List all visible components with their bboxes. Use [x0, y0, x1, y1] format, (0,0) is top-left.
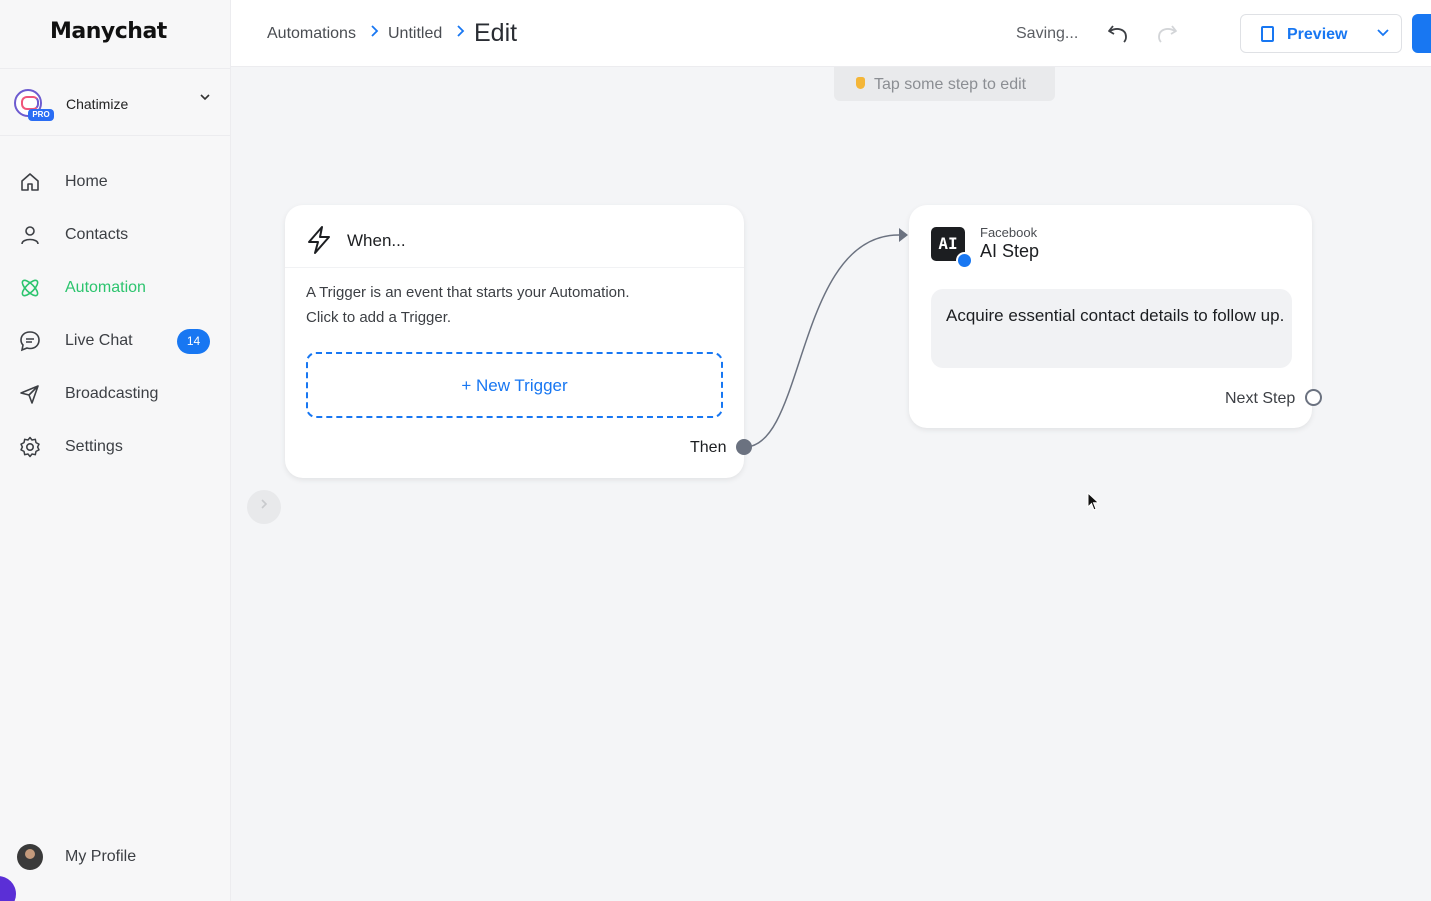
- messenger-icon: [956, 252, 973, 269]
- settings-icon: [20, 436, 40, 458]
- undo-icon[interactable]: [1106, 22, 1130, 46]
- preview-device-icon: [1261, 26, 1274, 42]
- publish-button[interactable]: [1412, 14, 1431, 53]
- flow-connector: [744, 228, 908, 448]
- manychat-logo[interactable]: Manychat: [50, 19, 167, 44]
- breadcrumb-separator-icon: [456, 24, 465, 43]
- nav-item-label: Contacts: [65, 226, 129, 243]
- nav-item-label: Live Chat: [65, 332, 133, 349]
- trigger-card-title: When...: [347, 231, 406, 250]
- nav-item-automation[interactable]: Automation: [0, 266, 231, 310]
- nav-item-label: Broadcasting: [65, 385, 159, 402]
- trigger-description-line: A Trigger is an event that starts your A…: [306, 284, 630, 301]
- nav-item-label: Automation: [65, 279, 146, 296]
- then-label: Then: [690, 439, 727, 456]
- account-switcher[interactable]: PRO Chatimize: [0, 68, 231, 136]
- breadcrumb-automations[interactable]: Automations: [267, 25, 356, 43]
- save-status: Saving...: [1016, 25, 1079, 42]
- ai-goal-text: Acquire essential contact details to fol…: [946, 306, 1285, 325]
- new-trigger-label: + New Trigger: [461, 376, 568, 395]
- unread-count-badge: 14: [177, 329, 210, 354]
- sidebar: Manychat PRO Chatimize Home Contacts Aut…: [0, 0, 231, 901]
- nav-item-label: Home: [65, 173, 108, 190]
- my-profile[interactable]: My Profile: [0, 835, 231, 879]
- then-connector-handle[interactable]: [736, 439, 752, 455]
- preview-label: Preview: [1287, 26, 1348, 43]
- ai-step-card[interactable]: AI Facebook AI Step Acquire essential co…: [909, 205, 1322, 428]
- hint-text: Tap some step to edit: [874, 76, 1027, 93]
- next-step-label: Next Step: [1225, 390, 1296, 407]
- trigger-card[interactable]: When... A Trigger is an event that start…: [285, 205, 752, 478]
- nav-item-label: Settings: [65, 438, 123, 455]
- top-header: Automations Untitled Edit Saving... Prev…: [231, 0, 1431, 67]
- live-chat-icon: [20, 331, 40, 352]
- page-title: Edit: [474, 19, 518, 47]
- mouse-cursor-icon: [1087, 492, 1100, 511]
- ai-goal-bubble[interactable]: Acquire essential contact details to fol…: [931, 289, 1292, 368]
- breadcrumb-separator-icon: [370, 24, 379, 43]
- profile-avatar: [17, 844, 43, 870]
- nav-item-home[interactable]: Home: [0, 160, 231, 204]
- profile-label: My Profile: [65, 848, 137, 865]
- nav-item-broadcasting[interactable]: Broadcasting: [0, 372, 231, 416]
- pointing-hand-icon: [856, 77, 865, 89]
- step-platform: Facebook: [980, 225, 1038, 240]
- lightning-icon: [308, 226, 330, 254]
- step-title: AI Step: [980, 241, 1040, 261]
- chevron-down-icon[interactable]: [200, 93, 210, 104]
- nav-item-settings[interactable]: Settings: [0, 425, 231, 469]
- contacts-icon: [21, 226, 39, 245]
- account-name: Chatimize: [66, 96, 129, 112]
- divider: [285, 267, 744, 268]
- automation-icon: [21, 279, 39, 297]
- flow-canvas[interactable]: Tap some step to edit When... A Trigger …: [231, 67, 1431, 901]
- chevron-right-icon: [260, 497, 268, 514]
- new-trigger-button[interactable]: + New Trigger: [306, 352, 723, 418]
- next-step-connector-handle[interactable]: [1305, 389, 1322, 406]
- preview-button[interactable]: Preview: [1240, 14, 1366, 53]
- nav-item-live-chat[interactable]: Live Chat 14: [0, 319, 231, 363]
- pro-badge: PRO: [28, 109, 54, 121]
- trigger-description: A Trigger is an event that starts your A…: [306, 280, 706, 330]
- home-icon: [21, 173, 39, 191]
- chat-widget-bubble[interactable]: [0, 876, 16, 901]
- trigger-description-line: Click to add a Trigger.: [306, 309, 452, 326]
- breadcrumb-untitled[interactable]: Untitled: [388, 25, 442, 43]
- preview-dropdown-button[interactable]: [1365, 14, 1402, 53]
- broadcasting-icon: [20, 385, 39, 404]
- expand-panel-button[interactable]: [247, 490, 281, 524]
- redo-icon[interactable]: [1155, 22, 1179, 46]
- edit-hint-banner: Tap some step to edit: [834, 67, 1055, 101]
- nav-item-contacts[interactable]: Contacts: [0, 213, 231, 257]
- chevron-down-icon: [1377, 29, 1389, 37]
